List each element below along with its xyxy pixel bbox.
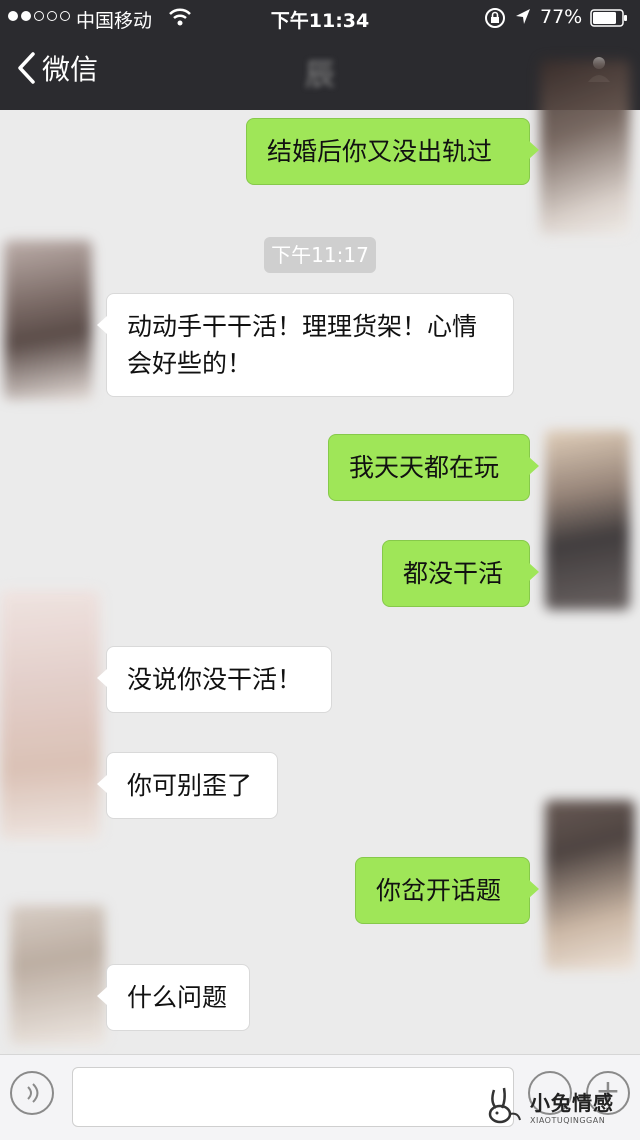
- message-bubble-incoming[interactable]: 你可别歪了: [97, 752, 278, 819]
- rotation-lock-icon: [485, 8, 505, 28]
- avatar-self[interactable]: [545, 430, 630, 610]
- avatar-contact[interactable]: [10, 905, 105, 1045]
- status-bar: 中国移动 下午11:34 77%: [0, 0, 640, 36]
- time-divider: 下午11:17: [264, 237, 376, 273]
- message-bubble-outgoing[interactable]: 我天天都在玩: [328, 434, 539, 501]
- message-bubble-incoming[interactable]: 动动手干干活！理理货架！心情会好些的！: [97, 293, 514, 397]
- message-bubble-outgoing[interactable]: 都没干活: [382, 540, 539, 607]
- watermark-name: 小兔情感: [530, 1091, 614, 1115]
- message-bubble-outgoing[interactable]: 你岔开话题: [355, 857, 539, 924]
- voice-input-button[interactable]: [10, 1071, 54, 1115]
- avatar-contact[interactable]: [0, 590, 100, 840]
- avatar-contact[interactable]: [4, 240, 92, 400]
- avatar-self[interactable]: [545, 800, 635, 970]
- battery-percent: 77%: [540, 6, 583, 28]
- avatar-self[interactable]: [540, 60, 630, 235]
- rabbit-logo-icon: [488, 1087, 521, 1124]
- message-bubble-incoming[interactable]: 没说你没干活！: [97, 646, 332, 713]
- battery-icon: [590, 9, 627, 27]
- watermark-url: XIAOTUQINGGAN: [530, 1116, 606, 1125]
- message-input[interactable]: [72, 1067, 514, 1127]
- message-bubble-incoming[interactable]: 什么问题: [97, 964, 250, 1031]
- location-icon: [516, 9, 530, 24]
- message-bubble-outgoing[interactable]: 结婚后你又没出轨过: [246, 118, 539, 185]
- microphone-icon: [27, 1083, 39, 1103]
- watermark-logo: 小兔情感 XIAOTUQINGGAN: [480, 1080, 636, 1132]
